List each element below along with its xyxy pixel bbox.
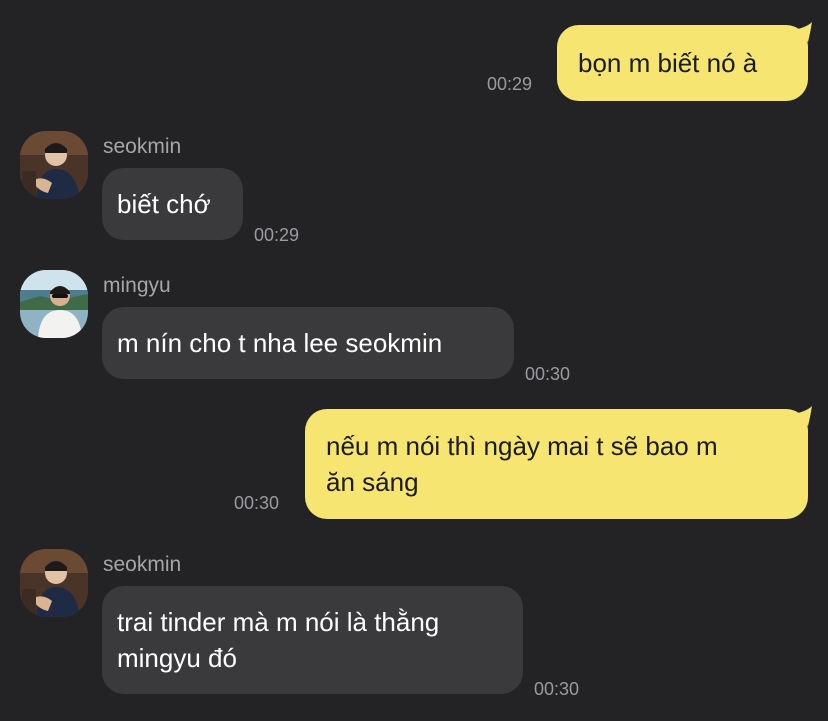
message-text-line: mingyu đó <box>117 643 237 673</box>
avatar[interactable] <box>20 549 88 617</box>
avatar-photo-icon <box>20 131 88 199</box>
message-bubble[interactable]: trai tinder mà m nói là thằng mingyu đó <box>102 586 523 694</box>
message-time: 00:30 <box>234 493 280 513</box>
bubble-tail-icon <box>792 22 812 42</box>
message-text: m nín cho t nha lee seokmin <box>117 328 443 358</box>
message-text-line: ăn sáng <box>326 467 419 497</box>
message-bubble[interactable]: m nín cho t nha lee seokmin <box>102 307 514 379</box>
bubble-tail-icon <box>792 406 812 426</box>
message-text: biết chớ <box>117 189 211 219</box>
sender-name: seokmin <box>103 135 182 158</box>
sender-name: seokmin <box>103 553 182 576</box>
message-time: 00:29 <box>254 225 300 245</box>
avatar-photo-icon <box>20 270 88 338</box>
message-time: 00:30 <box>534 679 580 699</box>
avatar-photo-icon <box>20 549 88 617</box>
avatar[interactable] <box>20 131 88 199</box>
message-text-line: nếu m nói thì ngày mai t sẽ bao m <box>326 431 718 461</box>
message-text: bọn m biết nó à <box>578 48 758 78</box>
avatar[interactable] <box>20 270 88 338</box>
message-bubble[interactable]: bọn m biết nó à <box>557 25 808 101</box>
sender-name: mingyu <box>103 274 171 297</box>
message-bubble[interactable]: nếu m nói thì ngày mai t sẽ bao m ăn sán… <box>305 409 808 519</box>
message-time: 00:29 <box>487 74 533 94</box>
message-time: 00:30 <box>525 364 571 384</box>
message-bubble[interactable]: biết chớ <box>102 168 243 240</box>
message-text-line: trai tinder mà m nói là thằng <box>117 607 440 637</box>
